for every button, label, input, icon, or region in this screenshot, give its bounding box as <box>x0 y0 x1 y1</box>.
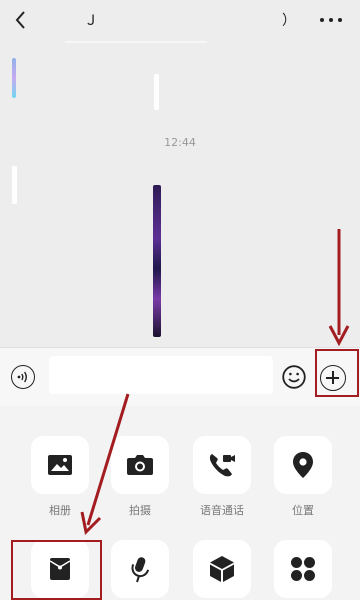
voice-wave-icon <box>17 371 27 383</box>
voice-button[interactable] <box>11 365 35 389</box>
voice-call-tile[interactable] <box>193 436 251 494</box>
camera-icon <box>127 455 153 475</box>
cube-icon <box>210 556 234 582</box>
album-action[interactable]: 相册 <box>31 436 89 518</box>
emoji-button[interactable] <box>282 365 306 389</box>
more-button[interactable] <box>320 13 342 27</box>
microphone-icon <box>131 557 150 583</box>
more-functions-panel: 相册 拍摄 语音通话 位置 <box>0 406 360 600</box>
camera-label: 拍摄 <box>129 504 151 517</box>
chat-title: Ｊ ） <box>84 13 304 29</box>
album-label: 相册 <box>49 504 71 517</box>
message-bubble[interactable] <box>12 166 17 204</box>
album-tile[interactable] <box>31 436 89 494</box>
red-envelope-tile[interactable] <box>31 540 89 598</box>
chat-area: 12:44 <box>0 44 360 347</box>
camera-action[interactable]: 拍摄 <box>111 436 169 518</box>
more-dot-icon <box>320 18 324 22</box>
red-envelope-action[interactable] <box>31 540 89 598</box>
voice-call-label: 语音通话 <box>200 504 244 517</box>
more-apps-tile[interactable] <box>274 540 332 598</box>
title-underline <box>65 41 207 43</box>
four-dots-icon <box>291 557 315 581</box>
more-dot-icon <box>329 18 333 22</box>
location-icon <box>293 452 313 478</box>
camera-tile[interactable] <box>111 436 169 494</box>
red-envelope-icon <box>49 558 71 580</box>
voice-call-action[interactable]: 语音通话 <box>193 436 251 518</box>
location-tile[interactable] <box>274 436 332 494</box>
image-icon <box>48 455 72 475</box>
more-apps-action[interactable] <box>274 540 332 598</box>
more-dot-icon <box>338 18 342 22</box>
favorites-action[interactable] <box>193 540 251 598</box>
voice-input-action[interactable] <box>111 540 169 598</box>
video-phone-icon <box>209 454 235 477</box>
image-message[interactable] <box>153 185 161 337</box>
back-button[interactable] <box>10 8 30 32</box>
message-timestamp: 12:44 <box>164 136 196 149</box>
plus-button[interactable] <box>320 365 346 391</box>
message-bubble[interactable] <box>154 74 159 110</box>
location-label: 位置 <box>292 504 314 517</box>
smile-icon <box>282 365 306 389</box>
location-action[interactable]: 位置 <box>274 436 332 518</box>
voice-input-tile[interactable] <box>111 540 169 598</box>
input-bar <box>0 347 360 407</box>
chevron-left-icon <box>15 11 25 29</box>
top-bar: Ｊ ） <box>0 0 360 44</box>
message-bubble[interactable] <box>12 58 16 98</box>
favorites-tile[interactable] <box>193 540 251 598</box>
message-input[interactable] <box>49 356 273 394</box>
